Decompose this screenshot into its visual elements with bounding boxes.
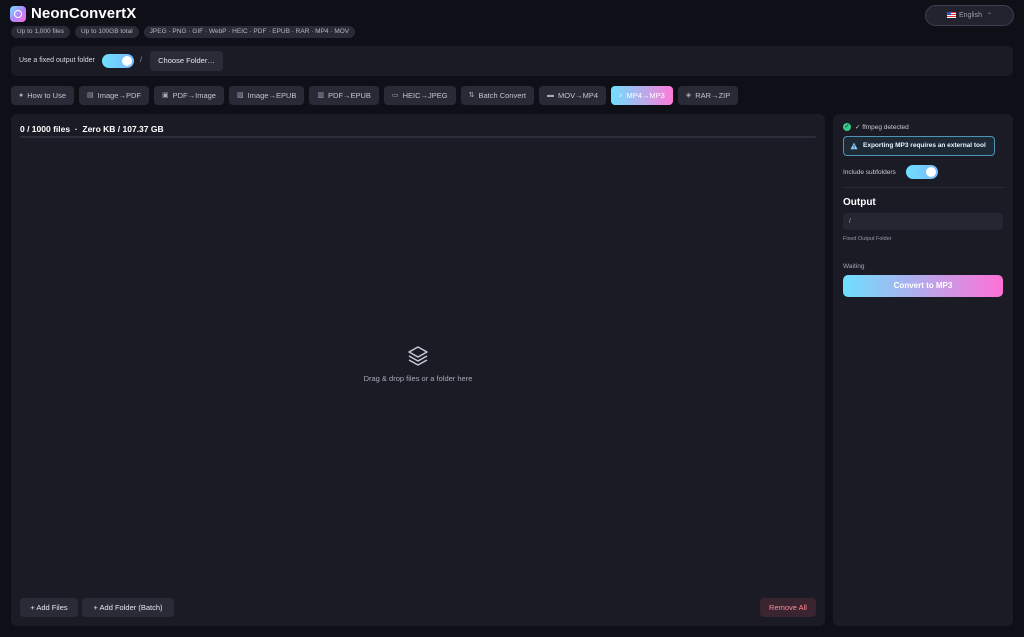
chevron-updown-icon: ⌃	[986, 13, 992, 19]
tab-heic-to-jpeg[interactable]: ▭ HEIC→JPEG	[383, 86, 456, 105]
add-folder-button[interactable]: + Add Folder (Batch)	[82, 598, 174, 617]
tab-rar-to-zip[interactable]: ◈ RAR→ZIP	[677, 86, 739, 105]
app-window: NeonConvertX Up to 1,000 files Up to 100…	[0, 0, 1024, 637]
folder-path: /	[140, 57, 142, 64]
warning-text: Exporting MP3 requires an external tool	[863, 142, 986, 149]
archive-icon: ◈	[685, 92, 692, 99]
language-label: English	[959, 12, 982, 19]
files-summary: 0 / 1000 files · Zero KB / 107.37 GB	[20, 124, 164, 134]
files-count: 0 / 1000 files	[20, 124, 71, 134]
language-selector[interactable]: English ⌃	[925, 5, 1014, 26]
app-logo-icon	[10, 6, 26, 22]
convert-to-mp3-button[interactable]: Convert to MP3	[843, 275, 1003, 297]
choose-folder-button[interactable]: Choose Folder…	[150, 51, 223, 71]
output-hint: Fixed Output Folder	[843, 236, 892, 242]
tab-image-to-pdf[interactable]: ▤ Image→PDF	[79, 86, 149, 105]
header: NeonConvertX Up to 1,000 files Up to 100…	[10, 5, 1014, 40]
drop-zone[interactable]: Drag & drop files or a folder here	[11, 344, 825, 383]
ffmpeg-status: ✓ ✓ ffmpeg detected	[843, 123, 909, 131]
tab-pdf-to-image[interactable]: ▣ PDF→Image	[153, 86, 224, 105]
video-icon: ▬	[546, 92, 554, 99]
status-text: Waiting	[843, 263, 865, 270]
layers-icon	[408, 346, 428, 366]
music-note-icon: ♪	[619, 92, 623, 99]
include-subfolders-toggle[interactable]	[906, 165, 938, 179]
tab-batch-convert[interactable]: ⇅ Batch Convert	[460, 86, 534, 105]
tab-pdf-to-epub[interactable]: ▥ PDF→EPUB	[309, 86, 379, 105]
pill-size-limit: Up to 100GB total	[74, 26, 139, 38]
size-total: Zero KB / 107.37 GB	[82, 124, 164, 134]
image-icon: ▣	[161, 92, 169, 99]
tab-mp4-to-mp3[interactable]: ♪ MP4→MP3	[611, 86, 673, 105]
ffmpeg-status-text: ✓ ffmpeg detected	[855, 124, 909, 131]
output-heading: Output	[843, 197, 876, 208]
tab-image-to-epub[interactable]: ▨ Image→EPUB	[228, 86, 305, 105]
settings-panel: ✓ ✓ ffmpeg detected Exporting MP3 requir…	[833, 114, 1013, 626]
fixed-folder-label: Use a fixed output folder	[19, 57, 95, 64]
tab-mov-to-mp4[interactable]: ▬ MOV→MP4	[538, 86, 606, 105]
pill-file-limit: Up to 1,000 files	[11, 26, 70, 38]
add-files-button[interactable]: + Add Files	[20, 598, 78, 617]
fixed-folder-toggle[interactable]	[102, 54, 134, 68]
batch-icon: ⇅	[468, 92, 475, 99]
file-drop-panel[interactable]: 0 / 1000 files · Zero KB / 107.37 GB Dra…	[11, 114, 825, 626]
include-subfolders-label: Include subfolders	[843, 169, 896, 176]
conversion-tabs: ● How to Use ▤ Image→PDF ▣ PDF→Image ▨ Image…	[11, 86, 739, 105]
picture-icon: ▭	[391, 92, 399, 99]
image-icon: ▨	[236, 92, 244, 99]
us-flag-icon	[947, 11, 956, 18]
mp3-warning: Exporting MP3 requires an external tool	[843, 136, 995, 156]
drop-instructions: Drag & drop files or a folder here	[363, 374, 473, 383]
output-folder-bar: Use a fixed output folder / Choose Folde…	[11, 46, 1013, 76]
divider	[843, 187, 1005, 188]
warning-icon	[850, 142, 858, 150]
tab-how-to-use[interactable]: ● How to Use	[11, 86, 74, 105]
check-circle-icon: ✓	[843, 123, 851, 131]
document-icon: ▤	[87, 92, 94, 99]
book-icon: ▥	[317, 92, 324, 99]
pill-formats: JPEG · PNG · GIF · WebP · HEIC · PDF · E…	[143, 26, 356, 38]
app-title: NeonConvertX	[31, 5, 137, 22]
capacity-progress-bar	[20, 136, 816, 138]
output-folder-input[interactable]	[843, 213, 1003, 230]
remove-all-button[interactable]: Remove All	[760, 598, 816, 617]
info-icon: ●	[19, 92, 24, 99]
feature-pills: Up to 1,000 files Up to 100GB total JPEG…	[11, 26, 356, 38]
